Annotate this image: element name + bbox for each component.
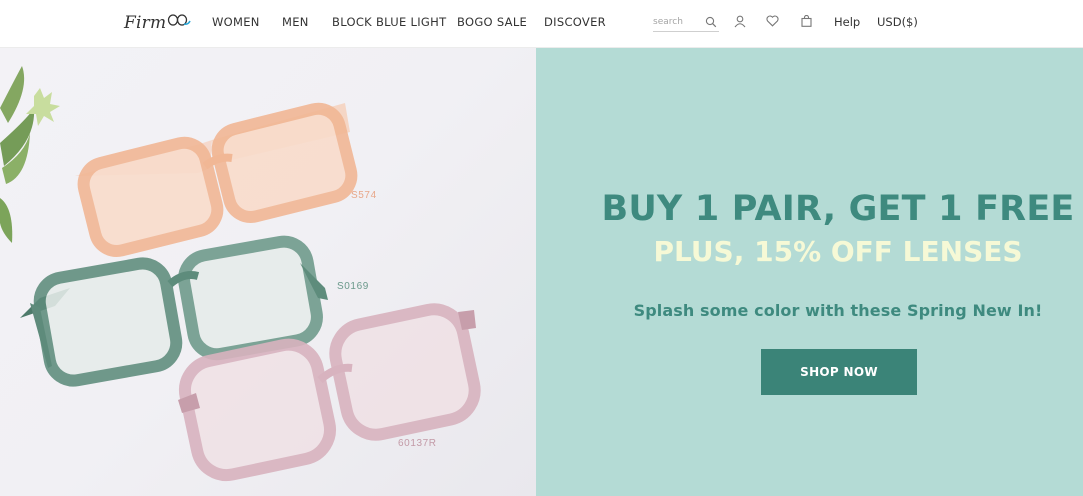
logo-glasses-mark xyxy=(168,14,191,26)
heart-icon[interactable] xyxy=(766,15,779,27)
product-label-s0169: S0169 xyxy=(337,281,369,292)
nav-discover[interactable]: DISCOVER xyxy=(544,15,606,29)
product-label-60137r: 60137R xyxy=(398,438,437,449)
hero-banner[interactable]: S574 S0169 60137R BUY 1 PAIR, GET 1 FREE… xyxy=(0,48,1083,496)
product-label-s574: S574 xyxy=(351,190,377,201)
search-icon[interactable] xyxy=(705,16,717,28)
plant-leaves xyxy=(0,66,60,243)
glasses-s574 xyxy=(75,102,358,257)
hero-product-image[interactable]: S574 S0169 60137R xyxy=(0,48,536,496)
help-link[interactable]: Help xyxy=(834,15,860,29)
nav-men[interactable]: MEN xyxy=(282,15,309,29)
promo-tagline: Splash some color with these Spring New … xyxy=(633,301,1043,320)
bag-icon[interactable] xyxy=(801,15,812,27)
nav-women[interactable]: WOMEN xyxy=(212,15,260,29)
eyeglasses-photo xyxy=(0,66,481,482)
nav-bogo-sale[interactable]: BOGO SALE xyxy=(457,15,527,29)
site-header: Firm WOMEN MEN BLOCK BLUE LIGHT BOGO SAL… xyxy=(0,0,1083,48)
promo-panel: BUY 1 PAIR, GET 1 FREE PLUS, 15% OFF LEN… xyxy=(536,48,1083,496)
nav-block-blue-light[interactable]: BLOCK BLUE LIGHT xyxy=(332,15,446,29)
promo-subheadline: PLUS, 15% OFF LENSES xyxy=(653,235,1023,268)
promo-headline: BUY 1 PAIR, GET 1 FREE xyxy=(601,189,1075,229)
currency-selector[interactable]: USD($) xyxy=(877,15,918,29)
firmoo-logo[interactable]: Firm xyxy=(124,10,191,36)
search-input[interactable] xyxy=(653,13,703,30)
search-box xyxy=(653,13,719,32)
logo-text: Firm xyxy=(124,13,167,33)
user-icon[interactable] xyxy=(734,15,746,28)
shop-now-button[interactable]: SHOP NOW xyxy=(761,349,917,395)
